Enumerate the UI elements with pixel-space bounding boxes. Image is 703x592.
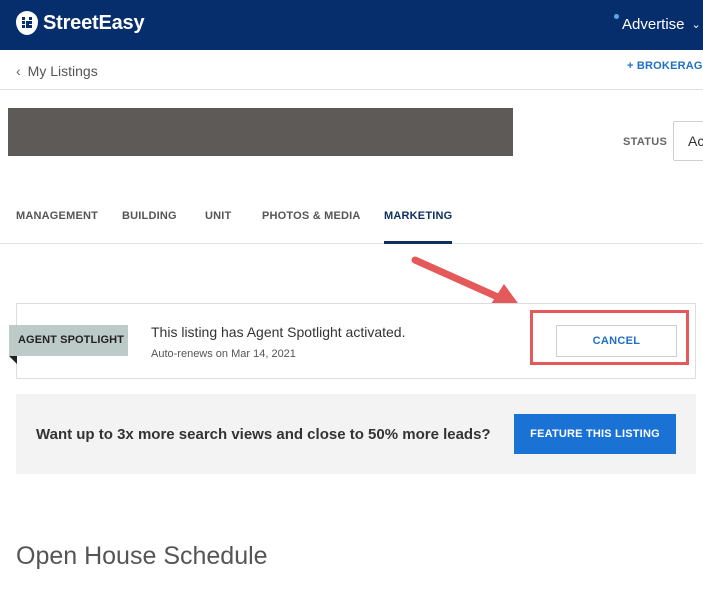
open-house-heading: Open House Schedule: [16, 542, 268, 570]
back-to-listings-link[interactable]: ‹ My Listings: [16, 63, 98, 79]
tab-management[interactable]: MANAGEMENT: [16, 210, 98, 244]
notification-dot-icon: [614, 14, 619, 19]
status-select[interactable]: Ac: [673, 121, 703, 161]
feature-this-listing-button[interactable]: FEATURE THIS LISTING: [514, 414, 676, 454]
building-icon: [16, 11, 38, 35]
sub-navbar: ‹ My Listings + BROKERAGE: [0, 50, 703, 90]
back-link-label: My Listings: [27, 63, 98, 79]
status-label: STATUS: [623, 136, 668, 148]
annotation-highlight-box: [530, 310, 689, 365]
tab-marketing[interactable]: MARKETING: [384, 210, 453, 244]
tab-building[interactable]: BUILDING: [122, 210, 177, 244]
listing-address-redacted: [8, 108, 513, 156]
advertise-label: Advertise: [622, 16, 685, 33]
spotlight-renew-date: Auto-renews on Mar 14, 2021: [151, 348, 296, 360]
brokerage-link[interactable]: + BROKERAGE: [627, 60, 703, 72]
spotlight-message: This listing has Agent Spotlight activat…: [151, 324, 406, 340]
top-navbar: StreetEasy Advertise ⌄: [0, 0, 703, 50]
agent-spotlight-tag: AGENT SPOTLIGHT: [9, 325, 128, 356]
tag-fold-decoration: [9, 356, 17, 364]
feature-prompt-text: Want up to 3x more search views and clos…: [36, 426, 491, 443]
advertise-menu[interactable]: Advertise ⌄: [614, 14, 701, 33]
tab-unit[interactable]: UNIT: [205, 210, 231, 244]
tab-photos-media[interactable]: PHOTOS & MEDIA: [262, 210, 361, 244]
listing-tabs: MANAGEMENT BUILDING UNIT PHOTOS & MEDIA …: [0, 196, 703, 244]
brand-name: StreetEasy: [43, 11, 145, 34]
chevron-left-icon: ‹: [16, 63, 21, 79]
chevron-down-icon: ⌄: [691, 19, 701, 31]
streeteasy-logo[interactable]: StreetEasy: [16, 11, 145, 35]
